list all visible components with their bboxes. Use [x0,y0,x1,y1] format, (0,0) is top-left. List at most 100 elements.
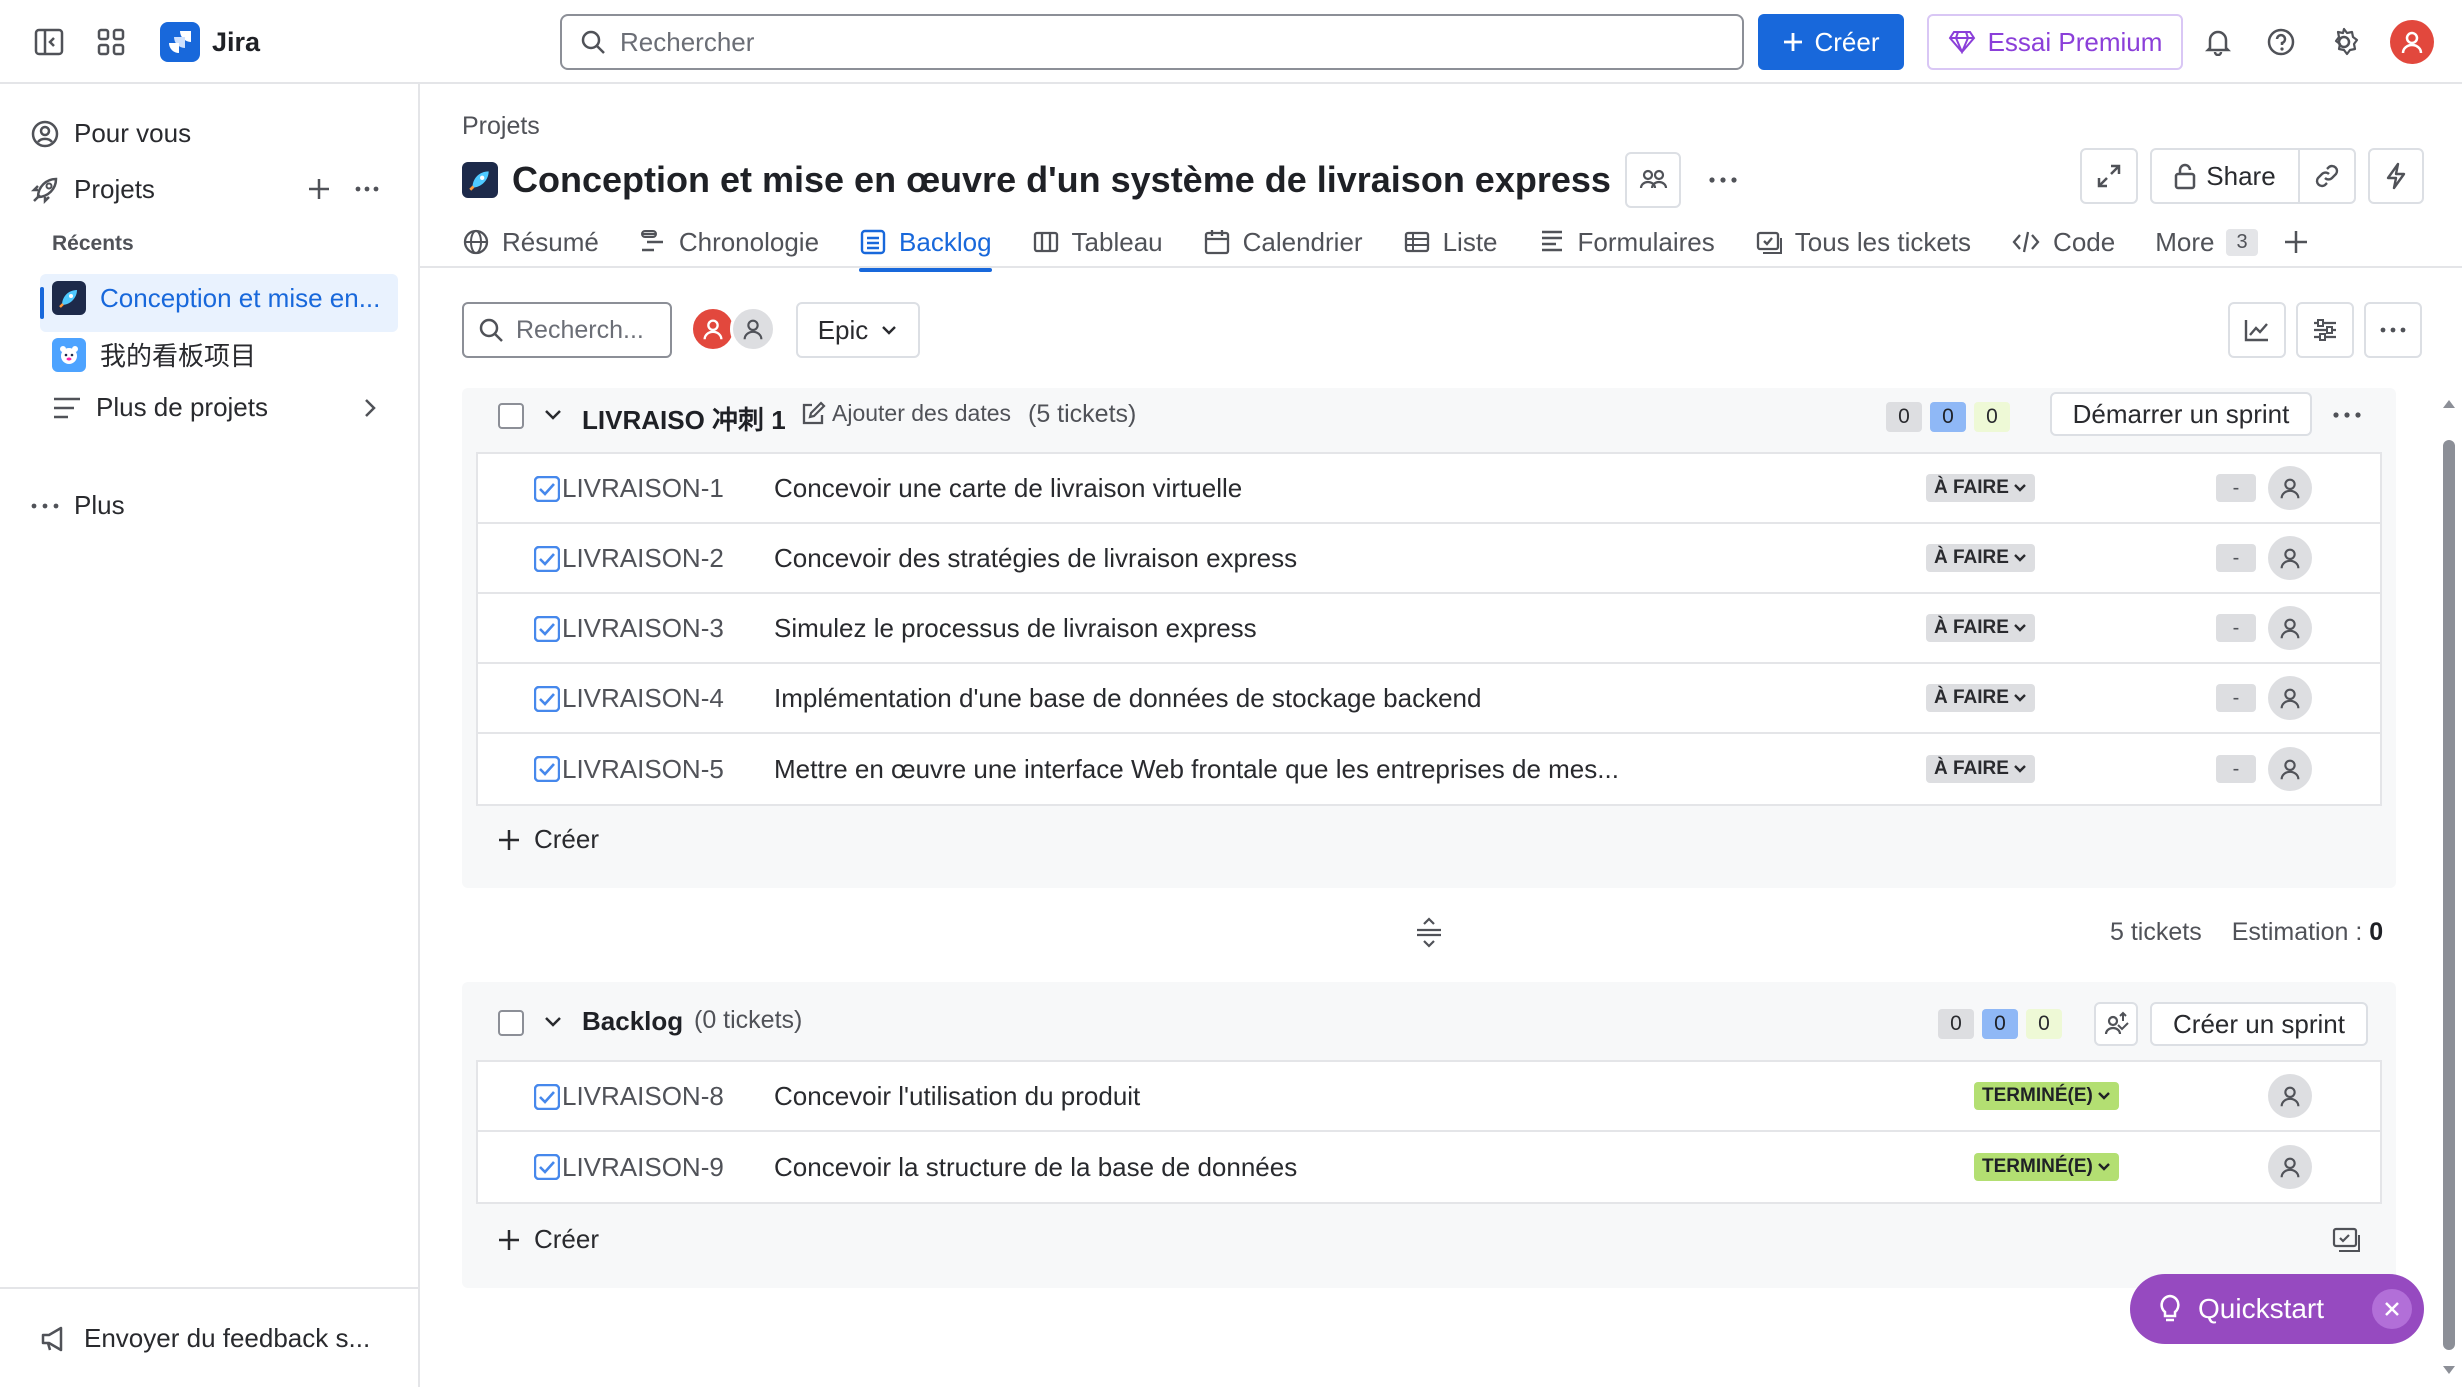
send-feedback-button[interactable]: Envoyer du feedback s... [40,1323,370,1354]
projects-more-icon[interactable] [354,176,380,202]
sidebar-item-projects[interactable]: Projets [30,174,155,205]
status-dropdown[interactable]: TERMINÉ(E) [1974,1082,2119,1110]
tab-more[interactable]: More 3 [2155,218,2277,266]
bulk-create-icon[interactable] [2332,1226,2362,1254]
premium-trial-button[interactable]: Essai Premium [1927,14,2183,70]
status-dropdown[interactable]: À FAIRE [1926,544,2035,572]
story-points-badge[interactable]: - [2216,614,2256,642]
filter-avatar-unassigned[interactable] [730,306,776,352]
sprint-more-icon[interactable] [2330,402,2364,428]
insights-chart-icon[interactable] [2228,302,2286,358]
sprint-select-checkbox[interactable] [498,403,524,429]
sidebar-item-more-projects[interactable]: Plus de projets [52,392,268,423]
epic-filter-dropdown[interactable]: Epic [796,302,920,358]
scroll-up-icon[interactable] [2442,398,2456,410]
tab-calendrier[interactable]: Calendrier [1203,218,1383,266]
jira-logo[interactable]: Jira [160,22,260,62]
tab-formulaires[interactable]: Formulaires [1538,218,1735,266]
expand-icon[interactable] [2080,148,2138,204]
tab-liste[interactable]: Liste [1403,218,1518,266]
assignee-avatar[interactable] [2268,1074,2312,1118]
issue-key[interactable]: LIVRAISON-5 [562,754,724,785]
more-options-icon[interactable] [2364,302,2422,358]
tab-resume[interactable]: Résumé [462,218,619,266]
global-search[interactable] [560,14,1744,70]
assignee-avatar[interactable] [2268,747,2312,791]
story-points-badge[interactable]: - [2216,684,2256,712]
automation-lightning-icon[interactable] [2368,148,2424,204]
chevron-down-icon[interactable] [542,1011,564,1033]
tab-tableau[interactable]: Tableau [1032,218,1183,266]
search-input[interactable] [620,26,1620,58]
create-button[interactable]: Créer [1758,14,1904,70]
sidebar-item-current-project[interactable]: Conception et mise en... [52,281,380,315]
issue-key[interactable]: LIVRAISON-3 [562,613,724,644]
view-settings-icon[interactable] [2296,302,2354,358]
app-switcher-icon[interactable] [86,17,136,67]
chevron-right-icon[interactable] [360,396,380,420]
assignee-avatar[interactable] [2268,606,2312,650]
status-dropdown[interactable]: À FAIRE [1926,474,2035,502]
issue-key[interactable]: LIVRAISON-4 [562,683,724,714]
user-avatar[interactable] [2390,20,2434,64]
close-icon[interactable] [2372,1289,2412,1329]
status-dropdown[interactable]: À FAIRE [1926,684,2035,712]
chevron-down-icon[interactable] [542,404,564,426]
assignee-avatar[interactable] [2268,1145,2312,1189]
issue-row[interactable]: LIVRAISON-3 Simulez le processus de livr… [478,594,2380,664]
tab-tous-les-tickets[interactable]: Tous les tickets [1755,218,1991,266]
issue-summary[interactable]: Simulez le processus de livraison expres… [774,613,1257,644]
backlog-create-issue-button[interactable]: Créer [496,1224,599,1255]
issue-key[interactable]: LIVRAISON-2 [562,543,724,574]
issue-summary[interactable]: Concevoir la structure de la base de don… [774,1152,1297,1183]
team-people-icon[interactable] [1624,152,1681,208]
issue-row[interactable]: LIVRAISON-5 Mettre en œuvre une interfac… [478,734,2380,804]
breadcrumb[interactable]: Projets [462,112,540,141]
status-dropdown[interactable]: À FAIRE [1926,755,2035,783]
issue-summary[interactable]: Implémentation d'une base de données de … [774,683,1481,714]
status-dropdown[interactable]: À FAIRE [1926,614,2035,642]
story-points-badge[interactable]: - [2216,755,2256,783]
tab-backlog[interactable]: Backlog [859,218,1012,272]
scroll-down-icon[interactable] [2442,1364,2456,1376]
title-more-icon[interactable] [1695,152,1751,208]
help-icon[interactable] [2256,17,2306,67]
issue-row[interactable]: LIVRAISON-1 Concevoir une carte de livra… [478,454,2380,524]
sprint-create-issue-button[interactable]: Créer [496,824,599,855]
backlog-search-input[interactable] [516,315,656,345]
assignee-avatar[interactable] [2268,676,2312,720]
create-sprint-button[interactable]: Créer un sprint [2150,1002,2368,1046]
issue-key[interactable]: LIVRAISON-9 [562,1152,724,1183]
issue-summary[interactable]: Concevoir l'utilisation du produit [774,1081,1140,1112]
tab-chronologie[interactable]: Chronologie [639,218,839,266]
backlog-insights-icon[interactable] [2094,1002,2138,1046]
quickstart-button[interactable]: Quickstart [2130,1274,2424,1344]
add-tab-icon[interactable] [2282,228,2310,256]
share-button[interactable]: Share [2150,148,2300,204]
issue-key[interactable]: LIVRAISON-1 [562,473,724,504]
sidebar-item-more[interactable]: Plus [30,490,125,521]
sidebar-item-for-you[interactable]: Pour vous [30,118,191,149]
issue-row[interactable]: LIVRAISON-9 Concevoir la structure de la… [478,1132,2380,1202]
notifications-bell-icon[interactable] [2193,17,2243,67]
copy-link-icon[interactable] [2298,148,2356,204]
issue-summary[interactable]: Concevoir une carte de livraison virtuel… [774,473,1242,504]
issue-summary[interactable]: Mettre en œuvre une interface Web fronta… [774,754,1619,785]
sidebar-toggle-icon[interactable] [24,17,74,67]
backlog-search[interactable] [462,302,672,358]
status-dropdown[interactable]: TERMINÉ(E) [1974,1153,2119,1181]
issue-key[interactable]: LIVRAISON-8 [562,1081,724,1112]
story-points-badge[interactable]: - [2216,474,2256,502]
sidebar-item-kanban-project[interactable]: 我的看板项目 [52,336,256,373]
scrollbar-thumb[interactable] [2443,440,2455,1350]
add-project-icon[interactable] [306,176,332,202]
resize-handle-icon[interactable] [1414,916,1444,948]
start-sprint-button[interactable]: Démarrer un sprint [2050,392,2312,436]
tab-code[interactable]: Code [2011,218,2135,266]
issue-row[interactable]: LIVRAISON-8 Concevoir l'utilisation du p… [478,1062,2380,1132]
assignee-avatar[interactable] [2268,536,2312,580]
assignee-avatar[interactable] [2268,466,2312,510]
settings-gear-icon[interactable] [2319,17,2369,67]
backlog-select-checkbox[interactable] [498,1010,524,1036]
issue-row[interactable]: LIVRAISON-4 Implémentation d'une base de… [478,664,2380,734]
